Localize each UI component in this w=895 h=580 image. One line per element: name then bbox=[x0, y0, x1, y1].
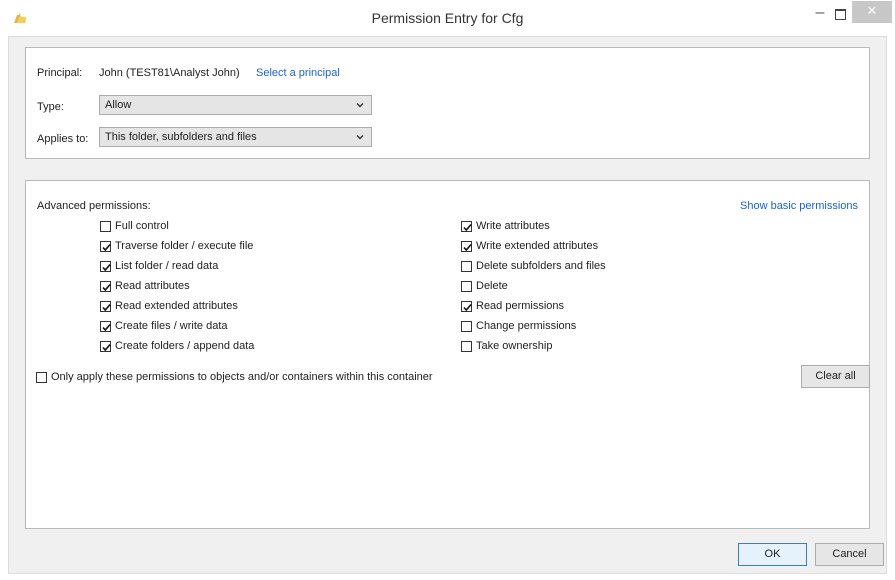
checkbox[interactable] bbox=[100, 221, 111, 232]
chevron-down-icon bbox=[356, 135, 364, 140]
perm-label: Read permissions bbox=[476, 300, 565, 312]
principal-label: Principal: bbox=[37, 67, 83, 79]
only-apply-label: Only apply these permissions to objects … bbox=[51, 371, 433, 383]
checkbox[interactable] bbox=[461, 221, 472, 232]
clear-all-button[interactable]: Clear all bbox=[801, 365, 870, 388]
advanced-permissions-panel: Advanced permissions: Show basic permiss… bbox=[25, 180, 870, 529]
perm-label: Delete bbox=[476, 280, 508, 292]
checkbox[interactable] bbox=[461, 281, 472, 292]
check-icon bbox=[102, 303, 111, 312]
perm-label: Full control bbox=[115, 220, 169, 232]
checkbox[interactable] bbox=[100, 341, 111, 352]
perm-label: Create folders / append data bbox=[115, 340, 255, 352]
checkbox[interactable] bbox=[36, 372, 47, 383]
perm-label: Read attributes bbox=[115, 280, 190, 292]
perm-label: Create files / write data bbox=[115, 320, 228, 332]
checkbox[interactable] bbox=[461, 241, 472, 252]
perm-label: Write attributes bbox=[476, 220, 550, 232]
perm-label: Delete subfolders and files bbox=[476, 260, 606, 272]
check-icon bbox=[102, 263, 111, 272]
advanced-permissions-heading: Advanced permissions: bbox=[37, 200, 151, 212]
checkbox[interactable] bbox=[461, 261, 472, 272]
checkbox[interactable] bbox=[461, 321, 472, 332]
checkbox[interactable] bbox=[461, 341, 472, 352]
applies-to-label: Applies to: bbox=[37, 133, 89, 145]
checkbox[interactable] bbox=[100, 301, 111, 312]
check-icon bbox=[463, 303, 472, 312]
checkbox[interactable] bbox=[100, 281, 111, 292]
type-value: Allow bbox=[105, 99, 132, 111]
show-basic-permissions-link[interactable]: Show basic permissions bbox=[740, 200, 858, 212]
perm-label: List folder / read data bbox=[115, 260, 219, 272]
check-icon bbox=[463, 243, 472, 252]
check-icon bbox=[463, 223, 472, 232]
ok-button[interactable]: OK bbox=[738, 543, 807, 566]
type-dropdown[interactable]: Allow bbox=[99, 95, 372, 115]
cancel-button[interactable]: Cancel bbox=[815, 543, 884, 566]
applies-to-dropdown[interactable]: This folder, subfolders and files bbox=[99, 127, 372, 147]
perm-label: Write extended attributes bbox=[476, 240, 599, 252]
principal-panel: Principal: John (TEST81\Analyst John) Se… bbox=[25, 47, 870, 159]
checkbox[interactable] bbox=[100, 321, 111, 332]
perm-label: Read extended attributes bbox=[115, 300, 238, 312]
type-label: Type: bbox=[37, 101, 64, 113]
perm-label: Change permissions bbox=[476, 320, 577, 332]
check-icon bbox=[102, 243, 111, 252]
checkbox[interactable] bbox=[461, 301, 472, 312]
maximize-button[interactable] bbox=[828, 6, 852, 26]
perm-label: Take ownership bbox=[476, 340, 553, 352]
check-icon bbox=[102, 323, 111, 332]
check-icon bbox=[102, 343, 111, 352]
check-icon bbox=[102, 283, 111, 292]
checkbox[interactable] bbox=[100, 261, 111, 272]
maximize-icon bbox=[835, 9, 846, 20]
window-title: Permission Entry for Cfg bbox=[371, 10, 524, 26]
dialog-body: Principal: John (TEST81\Analyst John) Se… bbox=[8, 36, 887, 574]
chevron-down-icon bbox=[356, 103, 364, 108]
perm-label: Traverse folder / execute file bbox=[115, 240, 254, 252]
applies-to-value: This folder, subfolders and files bbox=[105, 131, 257, 143]
principal-value: John (TEST81\Analyst John) bbox=[99, 67, 240, 79]
title-bar: Permission Entry for Cfg – ✕ bbox=[0, 0, 895, 36]
select-principal-link[interactable]: Select a principal bbox=[256, 67, 340, 79]
close-button[interactable]: ✕ bbox=[852, 1, 892, 23]
checkbox[interactable] bbox=[100, 241, 111, 252]
